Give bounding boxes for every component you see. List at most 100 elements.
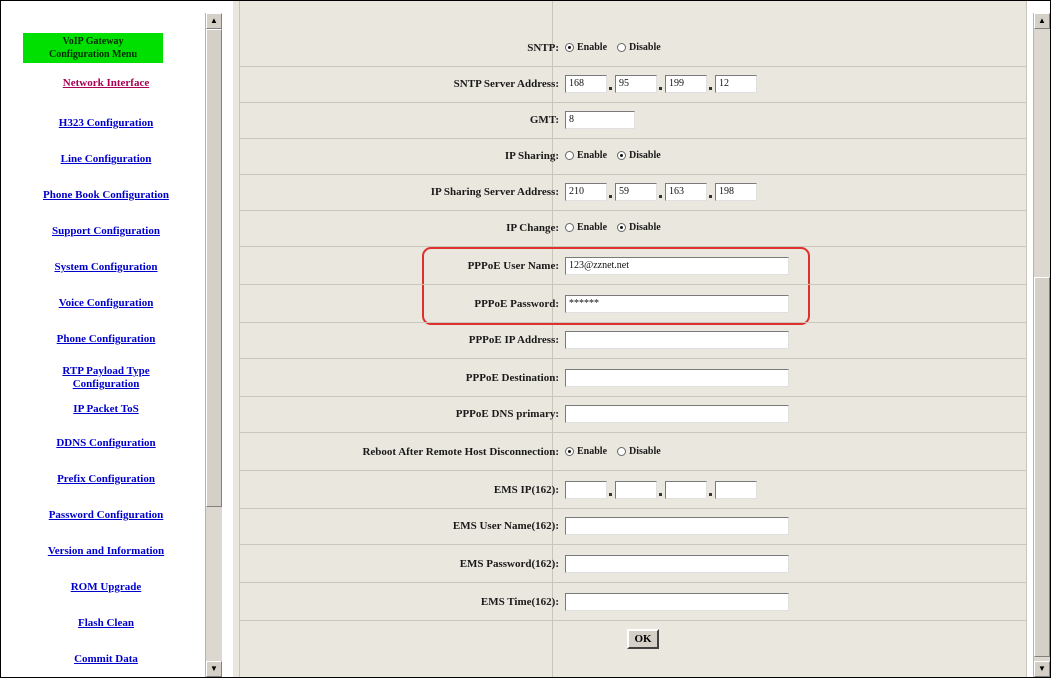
menu-item-label: Flash Clean [78, 617, 134, 629]
row-ip-change: IP Change: Enable Disable [239, 211, 1027, 247]
sntp-server-address-octet-2-input[interactable]: 95 [615, 75, 657, 93]
ip-sharing-disable-radio[interactable]: Disable [617, 150, 661, 161]
menu-item-line-configuration[interactable]: Line Configuration [11, 153, 201, 166]
menu-item-prefix-configuration[interactable]: Prefix Configuration [11, 473, 201, 486]
menu-item-version-and-information[interactable]: Version and Information [11, 545, 201, 558]
pppoe-password-control: ****** [565, 295, 789, 313]
menu-item-label: Phone Book Configuration [43, 189, 169, 201]
ip-separator-dot [657, 183, 665, 201]
sntp-server-address-octet-1-input[interactable]: 168 [565, 75, 607, 93]
ems-password-162-input[interactable] [565, 555, 789, 573]
radio-dot-icon[interactable] [565, 43, 574, 52]
pppoe-dns-primary-input[interactable] [565, 405, 789, 423]
ip-sharing-server-address-octet-2-input[interactable]: 59 [615, 183, 657, 201]
radio-dot-icon[interactable] [565, 223, 574, 232]
ip-sharing-server-address-octet-3-input[interactable]: 163 [665, 183, 707, 201]
ip-separator-dot [607, 481, 615, 499]
menu-item-password-configuration[interactable]: Password Configuration [11, 509, 201, 522]
menu-item-label: RTP Payload Type [62, 365, 150, 377]
row-ems-time-162: EMS Time(162): [239, 585, 1027, 621]
ems-ip-162-octet-3-input[interactable] [665, 481, 707, 499]
pppoe-user-name-input[interactable]: 123@zznet.net [565, 257, 789, 275]
radio-dot-icon[interactable] [617, 43, 627, 52]
pppoe-destination-label: PPPoE Destination: [465, 372, 559, 384]
sntp-server-address-octet-4-input[interactable]: 12 [715, 75, 757, 93]
radio-label: Enable [577, 150, 608, 161]
ems-ip-162-octet-2-input[interactable] [615, 481, 657, 499]
ip-change-enable-radio[interactable]: Enable [565, 222, 607, 233]
gmt-control: 8 [565, 111, 635, 129]
ems-time-162-input[interactable] [565, 593, 789, 611]
menu-item-ddns-configuration[interactable]: DDNS Configuration [11, 437, 201, 450]
menu-item-flash-clean[interactable]: Flash Clean [11, 617, 201, 630]
ems-password-162-label: EMS Password(162): [459, 558, 559, 570]
gmt-input[interactable]: 8 [565, 111, 635, 129]
menu-scrollbar-thumb[interactable] [206, 29, 222, 507]
menu-item-support-configuration[interactable]: Support Configuration [11, 225, 201, 238]
menu-item-phone-configuration[interactable]: Phone Configuration [11, 333, 201, 346]
sntp-enable-radio[interactable]: Enable [565, 42, 607, 53]
radio-dot-icon[interactable] [617, 447, 627, 456]
content-scrollbar[interactable]: ▲ ▼ [1033, 13, 1050, 677]
radio-label: Disable [629, 42, 661, 53]
ip-separator-dot [707, 481, 715, 499]
menu-item-label: Prefix Configuration [57, 473, 155, 485]
ip-separator-dot [707, 75, 715, 93]
radio-dot-icon[interactable] [565, 151, 574, 160]
menu-item-h323-configuration[interactable]: H323 Configuration [11, 117, 201, 130]
menu-header: VoIP Gateway Configuration Menu [23, 33, 163, 63]
row-ems-password-162: EMS Password(162): [239, 547, 1027, 583]
row-pppoe-destination: PPPoE Destination: [239, 361, 1027, 397]
menu-item-network-interface[interactable]: Network Interface [11, 77, 201, 90]
reboot-after-remote-host-disconnection-enable-radio[interactable]: Enable [565, 446, 607, 457]
radio-label: Disable [629, 150, 661, 161]
menu-item-label: H323 Configuration [58, 117, 154, 129]
radio-dot-icon[interactable] [617, 223, 627, 232]
content-scrollbar-thumb[interactable] [1034, 277, 1050, 657]
menu-item-rom-upgrade[interactable]: ROM Upgrade [11, 581, 201, 594]
ems-ip-162-octet-1-input[interactable] [565, 481, 607, 499]
pppoe-destination-input[interactable] [565, 369, 789, 387]
menu-item-label: Support Configuration [52, 225, 160, 237]
ems-ip-162-octet-4-input[interactable] [715, 481, 757, 499]
pppoe-user-name-label: PPPoE User Name: [467, 260, 559, 272]
ems-user-name-162-input[interactable] [565, 517, 789, 535]
radio-label: Enable [577, 222, 608, 233]
pppoe-ip-address-input[interactable] [565, 331, 789, 349]
ip-sharing-server-address-octet-4-input[interactable]: 198 [715, 183, 757, 201]
menu-item-label: System Configuration [54, 261, 158, 273]
menu-item-rtp-payload-type[interactable]: RTP Payload Type Configuration [11, 365, 201, 391]
pppoe-password-input[interactable]: ****** [565, 295, 789, 313]
ip-separator-dot [657, 75, 665, 93]
ip-sharing-control: Enable Disable [565, 150, 671, 161]
ip-change-disable-radio[interactable]: Disable [617, 222, 661, 233]
menu-item-ip-packet-tos[interactable]: IP Packet ToS [11, 403, 201, 416]
row-ip-sharing-server-address: IP Sharing Server Address: 210 59 163 198 [239, 175, 1027, 211]
radio-dot-icon[interactable] [617, 151, 627, 160]
row-sntp-server-address: SNTP Server Address: 168 95 199 12 [239, 67, 1027, 103]
menu-item-commit-data[interactable]: Commit Data [11, 653, 201, 666]
sntp-server-address-octet-3-input[interactable]: 199 [665, 75, 707, 93]
menu-item-voice-configuration[interactable]: Voice Configuration [11, 297, 201, 310]
sntp-label: SNTP: [527, 42, 559, 54]
scroll-down-arrow-icon[interactable]: ▼ [206, 661, 222, 677]
menu-item-system-configuration[interactable]: System Configuration [11, 261, 201, 274]
sntp-disable-radio[interactable]: Disable [617, 42, 661, 53]
menu-item-label-line2: Configuration [72, 378, 140, 390]
menu-item-label: Version and Information [47, 545, 165, 557]
ip-sharing-server-address-octet-1-input[interactable]: 210 [565, 183, 607, 201]
pppoe-ip-address-label: PPPoE IP Address: [468, 334, 559, 346]
scroll-up-arrow-icon[interactable]: ▲ [1034, 13, 1050, 29]
pppoe-dns-primary-label: PPPoE DNS primary: [455, 408, 559, 420]
ip-sharing-enable-radio[interactable]: Enable [565, 150, 607, 161]
menu-item-phone-book-configuration[interactable]: Phone Book Configuration [11, 189, 201, 202]
menu-scrollbar[interactable]: ▲ ▼ [205, 13, 222, 677]
scroll-down-arrow-icon[interactable]: ▼ [1034, 661, 1050, 677]
ip-separator-dot [607, 75, 615, 93]
radio-dot-icon[interactable] [565, 447, 574, 456]
reboot-after-remote-host-disconnection-disable-radio[interactable]: Disable [617, 446, 661, 457]
ok-button[interactable]: OK [627, 629, 659, 649]
scroll-up-arrow-icon[interactable]: ▲ [206, 13, 222, 29]
row-pppoe-password: PPPoE Password: ****** [239, 287, 1027, 323]
row-ems-user-name-162: EMS User Name(162): [239, 509, 1027, 545]
